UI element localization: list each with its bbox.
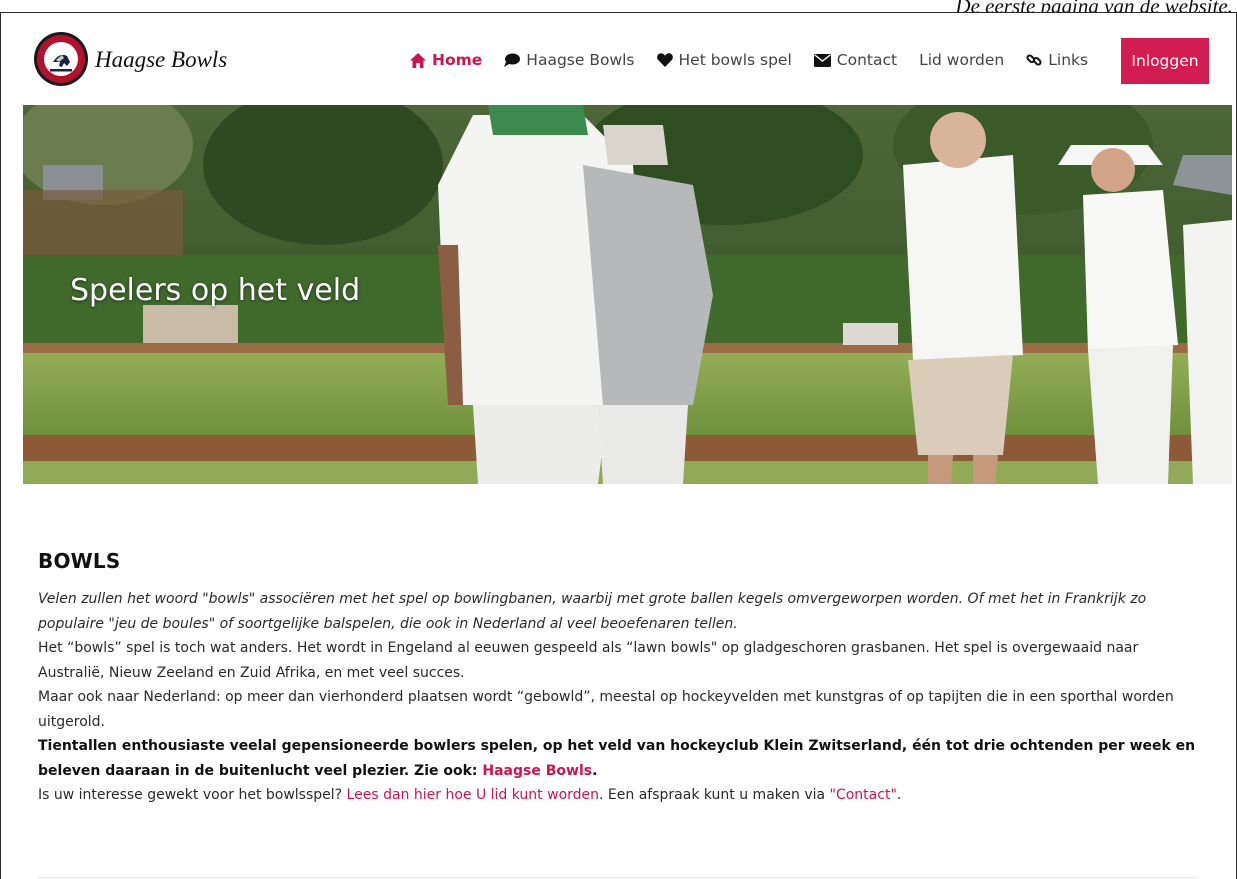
- browser-frame: Haagse Bowls Home Haagse Bowls Het bowls…: [0, 12, 1237, 879]
- club-logo[interactable]: [33, 31, 89, 87]
- contact-link[interactable]: "Contact": [830, 787, 897, 803]
- nav-label-het-bowls-spel: Het bowls spel: [678, 51, 792, 69]
- nav-label-lid-worden: Lid worden: [919, 51, 1005, 69]
- comment-icon: [504, 53, 521, 67]
- paragraph-interest-start: Is uw interesse gewekt voor het bowlsspe…: [38, 787, 347, 803]
- envelope-icon: [813, 53, 831, 67]
- home-icon: [410, 52, 426, 68]
- section-heading: BOWLS: [38, 549, 121, 573]
- login-button[interactable]: Inloggen: [1121, 38, 1209, 84]
- hero-banner: Spelers op het veld: [23, 105, 1232, 484]
- nav-label-contact: Contact: [836, 51, 898, 69]
- paragraph-interest: Is uw interesse gewekt voor het bowlsspe…: [38, 783, 1198, 808]
- lid-worden-link[interactable]: Lees dan hier hoe U lid kunt worden: [347, 787, 599, 803]
- content-divider: [38, 877, 1198, 878]
- nav-label-links: Links: [1048, 51, 1089, 69]
- nav-item-home[interactable]: Home: [410, 51, 482, 69]
- paragraph-lawn-bowls: Het “bowls” spel is toch wat anders. Het…: [38, 640, 1139, 681]
- main-nav: Home Haagse Bowls Het bowls spel Contact…: [410, 37, 1110, 83]
- nav-item-lid-worden[interactable]: Lid worden: [919, 51, 1004, 69]
- nav-item-contact[interactable]: Contact: [813, 51, 898, 69]
- nav-item-haagse-bowls[interactable]: Haagse Bowls: [504, 51, 635, 69]
- main-content: BOWLS Velen zullen het woord "bowls" ass…: [38, 549, 1198, 808]
- heart-icon: [656, 53, 673, 67]
- nav-item-het-bowls-spel[interactable]: Het bowls spel: [656, 51, 792, 69]
- paragraph-nederland: Maar ook naar Nederland: op meer dan vie…: [38, 689, 1174, 730]
- paragraph-interest-middle: . Een afspraak kunt u maken via: [599, 787, 830, 803]
- paragraph-club-text: Tientallen enthousiaste veelal gepension…: [38, 738, 1196, 779]
- nav-item-links[interactable]: Links: [1026, 51, 1088, 69]
- paragraph-club-end: .: [592, 762, 598, 779]
- nav-label-home: Home: [432, 51, 483, 69]
- intro-paragraph: Velen zullen het woord "bowls" associëre…: [38, 591, 1147, 632]
- paragraph-club: Tientallen enthousiaste veelal gepension…: [38, 734, 1198, 783]
- haagse-bowls-link[interactable]: Haagse Bowls: [482, 763, 592, 779]
- nav-label-haagse-bowls: Haagse Bowls: [526, 51, 635, 69]
- hero-title: Spelers op het veld: [70, 273, 361, 308]
- paragraph-interest-end: .: [896, 787, 902, 803]
- site-header: Haagse Bowls Home Haagse Bowls Het bowls…: [21, 13, 1236, 105]
- link-icon: [1026, 54, 1042, 66]
- site-name[interactable]: Haagse Bowls: [95, 47, 227, 73]
